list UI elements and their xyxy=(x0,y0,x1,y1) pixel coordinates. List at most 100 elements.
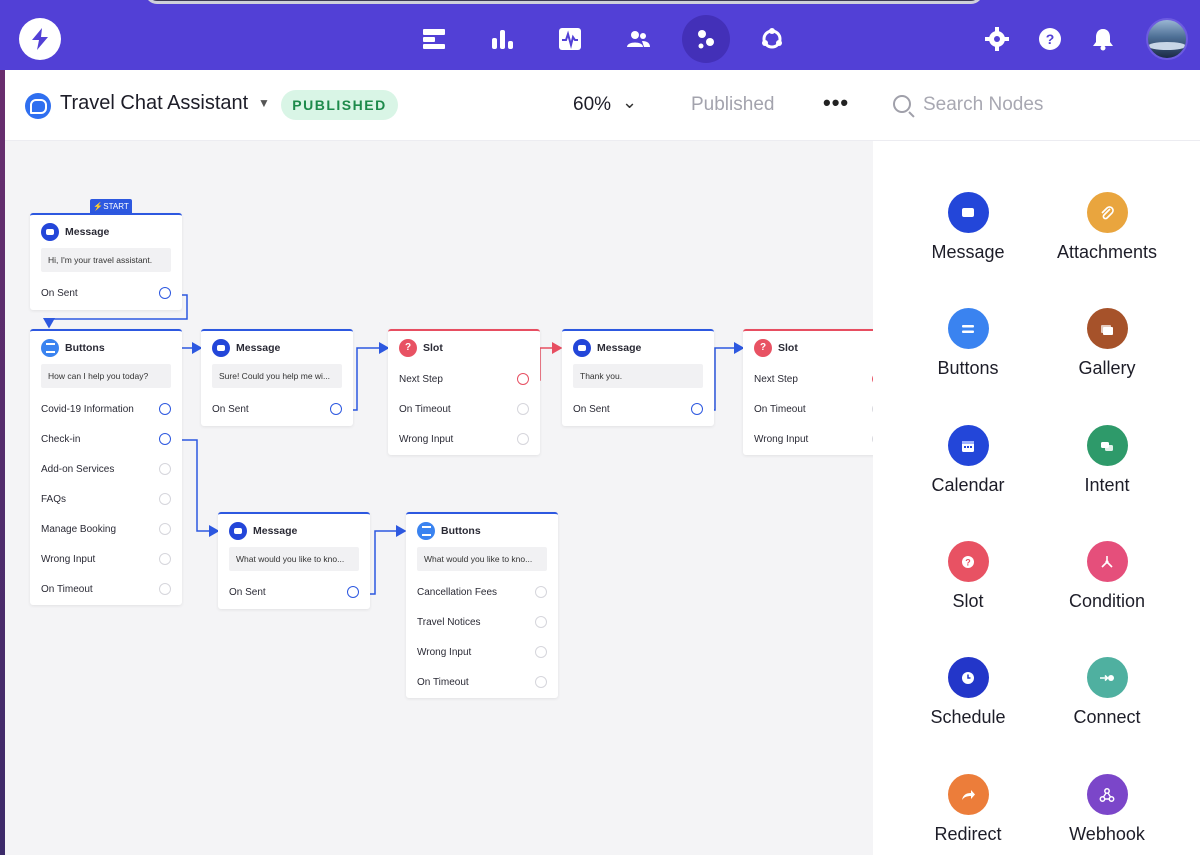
flow-canvas[interactable]: ⚡START Message Hi, I'm your travel assis… xyxy=(5,141,873,855)
palette-label: Message xyxy=(931,242,1005,262)
zoom-level[interactable]: 60% xyxy=(573,94,611,116)
message-icon xyxy=(573,338,591,357)
status-badge: PUBLISHED xyxy=(281,90,398,120)
node-title: Message xyxy=(597,341,642,354)
sync-icon[interactable] xyxy=(749,16,795,62)
intent-icon xyxy=(1086,425,1128,466)
port-connector[interactable] xyxy=(535,676,547,688)
palette-item-condition[interactable]: Condition xyxy=(1037,541,1177,612)
chevron-down-icon[interactable]: ▼ xyxy=(258,96,270,110)
port-label: Cancellation Fees xyxy=(417,586,498,598)
palette-label: Calendar xyxy=(931,475,1005,495)
message-node[interactable]: Message What would you like to kno... On… xyxy=(218,512,370,609)
port-label: On Timeout xyxy=(41,583,93,595)
palette-item-redirect[interactable]: Redirect xyxy=(898,774,1038,845)
search-bar xyxy=(873,70,1200,141)
palette-item-slot[interactable]: ? Slot xyxy=(898,541,1038,612)
svg-text:?: ? xyxy=(965,557,971,567)
flow-icon[interactable] xyxy=(682,15,730,63)
port-connector[interactable] xyxy=(330,403,342,415)
top-nav: ? xyxy=(0,0,1200,70)
palette-label: Webhook xyxy=(1069,824,1145,844)
slot-node[interactable]: ? Slot Next Step On Timeout Wrong Input xyxy=(743,329,873,455)
palette-item-message[interactable]: Message xyxy=(898,192,1038,263)
port-connector[interactable] xyxy=(535,616,547,628)
activity-icon[interactable] xyxy=(547,16,593,62)
port-connector[interactable] xyxy=(347,586,359,598)
users-icon[interactable] xyxy=(615,16,661,62)
buttons-icon xyxy=(947,308,989,349)
palette-item-calendar[interactable]: Calendar xyxy=(898,425,1038,496)
port-connector[interactable] xyxy=(535,646,547,658)
palette-label: Redirect xyxy=(934,824,1002,844)
kanban-icon[interactable] xyxy=(411,16,457,62)
svg-text:?: ? xyxy=(1046,31,1055,47)
slot-node[interactable]: ? Slot Next Step On Timeout Wrong Input xyxy=(388,329,540,455)
port-label: Wrong Input xyxy=(417,646,472,658)
question-icon: ? xyxy=(947,541,989,582)
port-connector[interactable] xyxy=(159,523,171,535)
question-icon: ? xyxy=(754,338,772,357)
gallery-icon xyxy=(1086,308,1128,349)
palette-item-connect[interactable]: Connect xyxy=(1037,657,1177,728)
node-title: Slot xyxy=(423,341,443,354)
palette-item-webhook[interactable]: Webhook xyxy=(1037,774,1177,845)
avatar[interactable] xyxy=(1146,18,1188,60)
palette-item-buttons[interactable]: Buttons xyxy=(898,308,1038,379)
port-label: On Timeout xyxy=(754,403,806,415)
help-icon[interactable]: ? xyxy=(1027,16,1073,62)
port-label: Next Step xyxy=(399,373,443,385)
page-title[interactable]: Travel Chat Assistant xyxy=(60,92,248,115)
message-node[interactable]: Message Thank you. On Sent xyxy=(562,329,714,426)
port-connector[interactable] xyxy=(517,403,529,415)
bell-icon[interactable] xyxy=(1080,16,1126,62)
port-connector[interactable] xyxy=(159,463,171,475)
port-label: Next Step xyxy=(754,373,798,385)
search-input[interactable] xyxy=(923,90,1183,120)
node-title: Buttons xyxy=(441,524,481,537)
port-label: On Sent xyxy=(41,287,78,299)
message-text: Hi, I'm your travel assistant. xyxy=(41,248,171,272)
start-badge: ⚡START xyxy=(90,199,132,214)
message-text: What would you like to kno... xyxy=(229,547,359,571)
palette-item-attachments[interactable]: Attachments xyxy=(1037,192,1177,263)
question-icon: ? xyxy=(399,338,417,357)
palette-item-schedule[interactable]: Schedule xyxy=(898,657,1038,728)
redirect-icon xyxy=(947,774,989,815)
port-label: Wrong Input xyxy=(41,553,96,565)
message-node[interactable]: Message Sure! Could you help me wi... On… xyxy=(201,329,353,426)
port-label: On Sent xyxy=(229,586,266,598)
flow-header: Travel Chat Assistant ▼ PUBLISHED 60% ⌄ … xyxy=(5,70,873,141)
bar-chart-icon[interactable] xyxy=(479,16,525,62)
port-connector[interactable] xyxy=(159,583,171,595)
port-connector[interactable] xyxy=(159,493,171,505)
more-options-icon[interactable]: ••• xyxy=(823,90,849,116)
port-connector[interactable] xyxy=(159,553,171,565)
publish-button[interactable]: Published xyxy=(691,94,774,116)
port-label: Travel Notices xyxy=(417,616,481,628)
palette-label: Connect xyxy=(1073,707,1141,727)
logo-icon[interactable] xyxy=(19,18,61,60)
palette-label: Slot xyxy=(952,591,984,611)
palette-label: Buttons xyxy=(937,358,999,378)
port-connector[interactable] xyxy=(159,403,171,415)
buttons-node[interactable]: Buttons How can I help you today? Covid-… xyxy=(30,329,182,605)
port-connector[interactable] xyxy=(535,586,547,598)
buttons-node[interactable]: Buttons What would you like to kno... Ca… xyxy=(406,512,558,698)
palette-label: Condition xyxy=(1068,591,1146,611)
zoom-chevron-icon[interactable]: ⌄ xyxy=(622,92,637,113)
connect-icon xyxy=(1086,657,1128,698)
port-connector[interactable] xyxy=(159,287,171,299)
port-connector[interactable] xyxy=(691,403,703,415)
port-connector[interactable] xyxy=(159,433,171,445)
palette-label: Schedule xyxy=(930,707,1006,727)
palette-item-intent[interactable]: Intent xyxy=(1037,425,1177,496)
port-connector[interactable] xyxy=(517,433,529,445)
port-label: On Timeout xyxy=(399,403,451,415)
port-connector[interactable] xyxy=(517,373,529,385)
clock-icon xyxy=(947,657,989,698)
message-node[interactable]: Message Hi, I'm your travel assistant. O… xyxy=(30,213,182,310)
gear-icon[interactable] xyxy=(974,16,1020,62)
palette-item-gallery[interactable]: Gallery xyxy=(1037,308,1177,379)
node-title: Buttons xyxy=(65,341,105,354)
